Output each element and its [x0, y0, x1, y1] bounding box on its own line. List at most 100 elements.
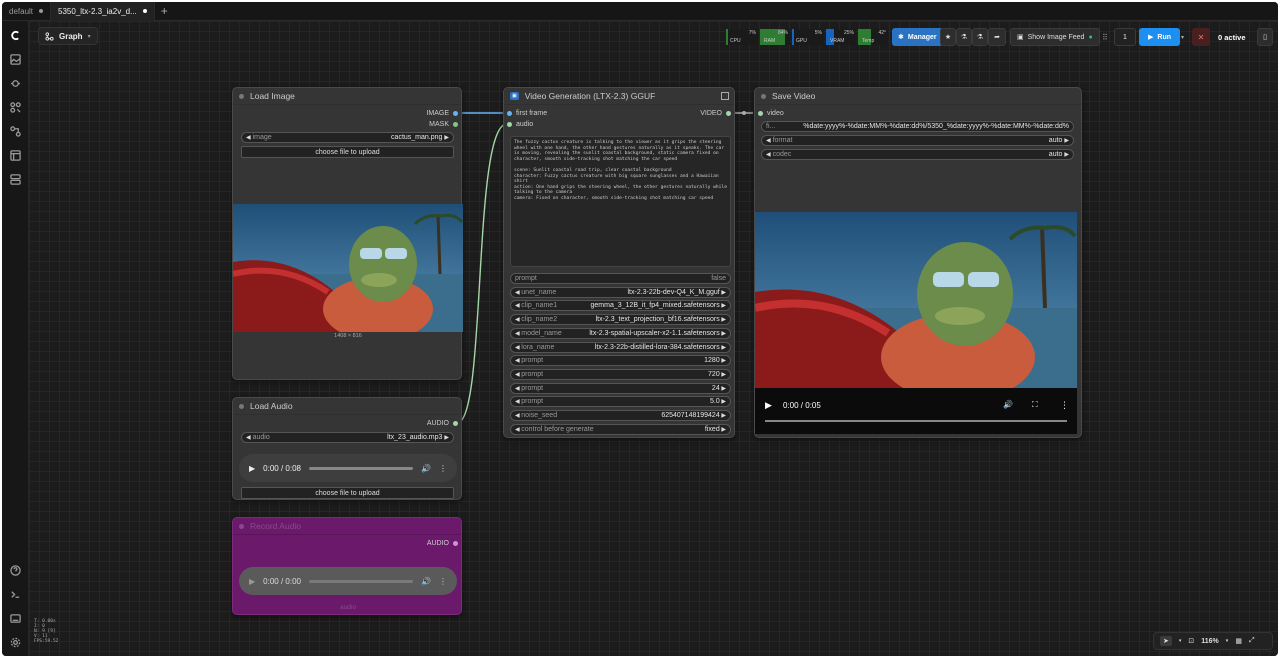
zoom-level[interactable]: 116%: [1201, 638, 1219, 645]
arrow-right-icon[interactable]: ▶: [720, 345, 726, 351]
output-pin[interactable]: [453, 122, 458, 127]
widget-clip_name2-3[interactable]: ◀ clip_name2 ltx-2.3_text_projection_bf16…: [510, 314, 731, 326]
more-menu-icon[interactable]: ⋮: [1060, 400, 1069, 411]
arrow-right-icon[interactable]: ▶: [720, 290, 726, 296]
input-pin[interactable]: [507, 111, 512, 116]
arrow-right-icon[interactable]: ▶: [720, 317, 726, 323]
volume-icon[interactable]: 🔊: [421, 577, 431, 586]
more-menu-icon[interactable]: ⋮: [439, 577, 447, 586]
node-title[interactable]: Save Video: [755, 88, 1081, 105]
node-title[interactable]: Load Image: [233, 88, 461, 105]
widget-prompt-8[interactable]: ◀ prompt 24 ▶: [510, 382, 731, 394]
chevron-down-icon[interactable]: ▾: [1179, 638, 1182, 644]
prompt-textarea[interactable]: The fuzzy cactus creature is talking to …: [510, 136, 731, 267]
volume-icon[interactable]: 🔊: [421, 464, 431, 473]
output-video-slot[interactable]: VIDEO: [700, 110, 731, 117]
widget-prompt-7[interactable]: ◀ prompt 720 ▶: [510, 368, 731, 380]
play-icon[interactable]: ▶: [249, 464, 255, 473]
widget-unet_name-1[interactable]: ◀ unet_name ltx-2.3-22b-dev-Q4_K_M.gguf ▶: [510, 286, 731, 298]
more-menu-icon[interactable]: ⋮: [439, 464, 447, 473]
arrow-right-icon[interactable]: ▶: [444, 135, 449, 141]
stats-overlay: T: 0.00s I: 0 N: 9 [9] V: 11 FPS:59.52: [34, 619, 58, 644]
output-audio-slot[interactable]: AUDIO: [427, 420, 458, 427]
arrow-right-icon[interactable]: ▶: [720, 303, 726, 309]
upload-button[interactable]: choose file to upload: [241, 146, 454, 158]
audio-player[interactable]: ▶ 0:00 / 0:00 🔊 ⋮: [239, 567, 457, 595]
input-pin[interactable]: [758, 111, 763, 116]
arrow-right-icon[interactable]: ▶: [444, 435, 449, 441]
arrow-right-icon[interactable]: ▶: [720, 386, 726, 392]
expand-icon[interactable]: [721, 92, 729, 100]
widget-name: fi...: [766, 123, 776, 130]
upload-button[interactable]: choose file to upload: [241, 487, 454, 499]
widget-prompt-6[interactable]: ◀ prompt 1280 ▶: [510, 355, 731, 367]
seek-bar[interactable]: [308, 466, 414, 470]
input-audio-slot[interactable]: audio: [507, 121, 533, 128]
output-mask-slot[interactable]: MASK: [429, 121, 458, 128]
widget-prompt-0[interactable]: prompt false: [510, 273, 731, 284]
widget-model_name-4[interactable]: ◀ model_name ltx-2.3-spatial-upscaler-x2-…: [510, 327, 731, 339]
node-title[interactable]: Record Audio: [233, 518, 461, 535]
play-icon[interactable]: ▶: [249, 577, 255, 586]
input-first-frame-slot[interactable]: first frame: [507, 110, 547, 117]
arrow-left-icon[interactable]: ◀: [766, 152, 771, 158]
arrow-right-icon[interactable]: ▶: [720, 427, 726, 433]
arrow-right-icon[interactable]: ▶: [720, 331, 726, 337]
arrow-right-icon[interactable]: ▶: [1064, 138, 1069, 144]
input-pin[interactable]: [507, 122, 512, 127]
image-combo-widget[interactable]: ◀ image cactus_man.png ▶: [241, 132, 454, 143]
format-widget[interactable]: ◀ format auto ▶: [761, 135, 1074, 146]
widget-value: fixed: [704, 425, 720, 433]
filename-prefix-widget[interactable]: fi... %date:yyyy%-%date:MM%-%date:dd%/53…: [761, 121, 1074, 132]
link-visibility-icon[interactable]: ⤢: [1249, 637, 1255, 645]
audio-combo-widget[interactable]: ◀ audio ltx_23_audio.mp3 ▶: [241, 432, 454, 443]
output-pin[interactable]: [726, 111, 731, 116]
widget-value: cactus_man.png: [391, 134, 443, 141]
minimap-icon[interactable]: ▦: [1235, 637, 1242, 645]
zoom-chevron-icon[interactable]: ▾: [1226, 638, 1229, 644]
video-preview[interactable]: ▶ 0:00 / 0:05 🔊 ⛶ ⋮: [755, 212, 1077, 434]
seek-bar[interactable]: [308, 579, 414, 583]
arrow-left-icon[interactable]: ◀: [246, 435, 251, 441]
arrow-right-icon[interactable]: ▶: [720, 358, 726, 364]
node-status-dot: [239, 403, 244, 409]
output-pin[interactable]: [453, 111, 458, 116]
output-pin[interactable]: [453, 541, 458, 546]
play-icon[interactable]: ▶: [765, 400, 772, 411]
slot-label: VIDEO: [700, 110, 722, 117]
widget-noise_seed-10[interactable]: ◀ noise_seed 625407148199424 ▶: [510, 410, 731, 421]
video-generation-node[interactable]: ▣ Video Generation (LTX-2.3) GGUF first …: [503, 87, 735, 438]
node-title[interactable]: Load Audio: [233, 398, 461, 415]
slot-label: AUDIO: [426, 420, 449, 427]
codec-widget[interactable]: ◀ codec auto ▶: [761, 149, 1074, 160]
output-pin[interactable]: [453, 421, 458, 426]
seek-bar[interactable]: [765, 420, 1067, 422]
widget-lora_name-5[interactable]: ◀ lora_name ltx-2.3-22b-distilled-lora-38…: [510, 341, 731, 353]
widget-name: image: [252, 134, 272, 141]
widget-name: control before generate: [521, 425, 594, 433]
arrow-left-icon[interactable]: ◀: [246, 135, 251, 141]
widget-prompt-9[interactable]: ◀ prompt 5.0 ▶: [510, 396, 731, 408]
save-video-node[interactable]: Save Video video fi... %date:yyyy%-%date…: [754, 87, 1082, 438]
node-title[interactable]: ▣ Video Generation (LTX-2.3) GGUF: [504, 88, 734, 105]
widget-value: ltx-2.3-spatial-upscaler-x2-1.1.safetens…: [589, 329, 720, 337]
arrow-right-icon[interactable]: ▶: [720, 413, 726, 419]
fit-view-icon[interactable]: ⊡: [1188, 637, 1194, 645]
fullscreen-icon[interactable]: ⛶: [1032, 400, 1038, 410]
arrow-right-icon[interactable]: ▶: [720, 372, 726, 378]
arrow-right-icon[interactable]: ▶: [1064, 152, 1069, 158]
widget-name: prompt: [521, 370, 544, 378]
record-audio-node[interactable]: Record Audio AUDIO ▶ 0:00 / 0:00 🔊 ⋮ aud…: [232, 517, 462, 615]
output-image-slot[interactable]: IMAGE: [426, 110, 458, 117]
select-tool-icon[interactable]: ➤: [1160, 636, 1172, 646]
volume-icon[interactable]: 🔊: [1003, 400, 1013, 409]
widget-clip_name1-2[interactable]: ◀ clip_name1 gemma_3_12B_it_fp4_mixed.saf…: [510, 300, 731, 312]
load-audio-node[interactable]: Load Audio AUDIO ◀ audio ltx_23_audio.mp…: [232, 397, 462, 500]
output-audio-slot[interactable]: AUDIO: [427, 540, 458, 547]
widget-control-before-generate-11[interactable]: ◀ control before generate fixed ▶: [510, 423, 731, 435]
load-image-node[interactable]: Load Image IMAGE MASK ◀ image cactus_man…: [232, 87, 463, 380]
audio-player[interactable]: ▶ 0:00 / 0:08 🔊 ⋮: [239, 454, 457, 482]
input-video-slot[interactable]: video: [758, 110, 784, 117]
arrow-left-icon[interactable]: ◀: [766, 138, 771, 144]
arrow-right-icon[interactable]: ▶: [720, 399, 726, 405]
